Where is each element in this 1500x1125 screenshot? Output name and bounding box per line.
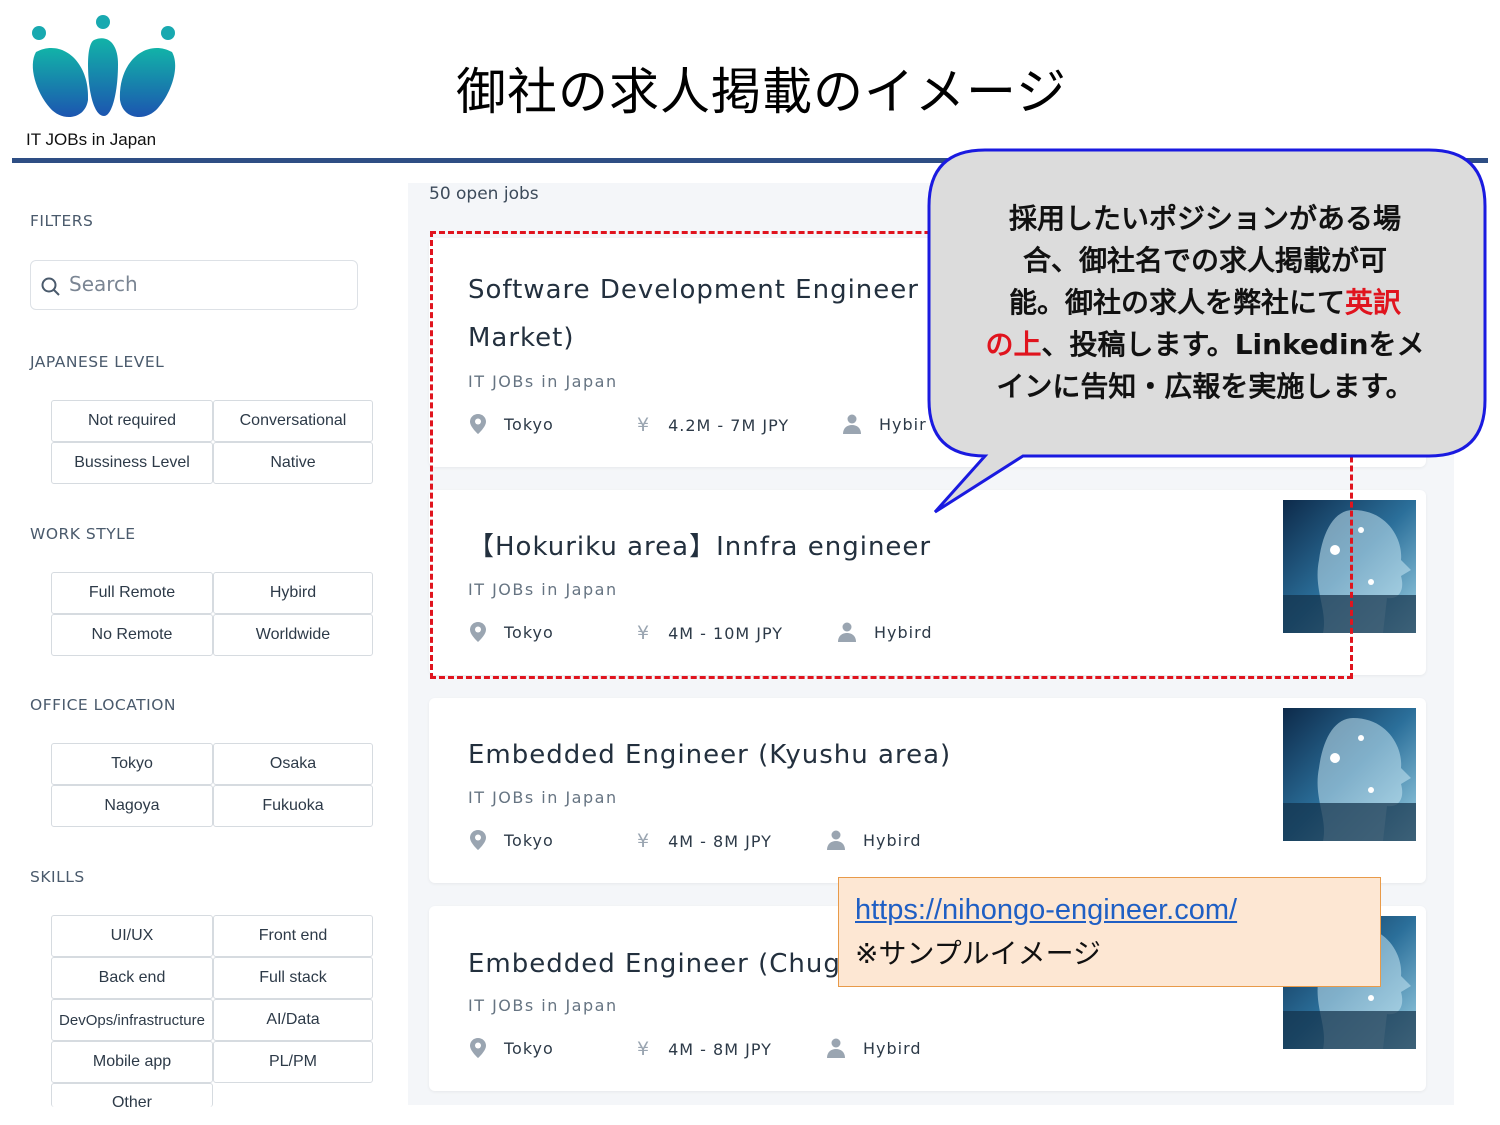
office-location-heading: OFFICE LOCATION xyxy=(30,696,176,714)
filter-chip-mobile-app[interactable]: Mobile app xyxy=(51,1041,213,1083)
filter-chip-full-stack[interactable]: Full stack xyxy=(213,957,373,999)
job-location: Tokyo xyxy=(470,414,554,434)
job-location: Tokyo xyxy=(470,830,554,850)
job-company: IT JOBs in Japan xyxy=(468,788,618,807)
yen-icon: ¥ xyxy=(637,830,651,852)
logo-caption: IT JOBs in Japan xyxy=(26,130,157,149)
filter-chip-business-level[interactable]: Bussiness Level xyxy=(51,442,213,484)
location-pin-icon xyxy=(470,622,486,642)
location-pin-icon xyxy=(470,830,486,850)
filter-chip-not-required[interactable]: Not required xyxy=(51,400,213,442)
filter-chip-tokyo[interactable]: Tokyo xyxy=(51,743,213,785)
job-work-style: Hybird xyxy=(838,622,933,642)
job-card[interactable]: Embedded Engineer (Kyushu area) IT JOBs … xyxy=(429,698,1426,883)
person-icon xyxy=(838,622,856,642)
job-salary: ¥ 4M - 8M JPY xyxy=(637,830,772,852)
job-title[interactable]: Embedded Engineer (Chug xyxy=(468,940,841,988)
job-work-style: Hybird xyxy=(827,1038,922,1058)
job-title[interactable]: Software Development Engineer Market) xyxy=(468,266,919,362)
location-pin-icon xyxy=(470,414,486,434)
callout-text: 採用したいポジションがある場 合、御社名での求人掲載が可 能。御社の求人を弊社に… xyxy=(985,202,1425,403)
work-style-heading: WORK STYLE xyxy=(30,525,136,543)
skills-options: UI/UX Front end Back end Full stack DevO… xyxy=(51,915,373,1107)
slide-title: 御社の求人掲載のイメージ xyxy=(456,63,1067,121)
work-style-options: Full Remote Hybird No Remote Worldwide xyxy=(51,572,373,656)
filter-chip-hybird[interactable]: Hybird xyxy=(213,572,373,614)
job-company: IT JOBs in Japan xyxy=(468,996,618,1015)
filter-chip-pl-pm[interactable]: PL/PM xyxy=(213,1041,373,1083)
location-pin-icon xyxy=(470,1038,486,1058)
job-work-style: Hybird xyxy=(827,830,922,850)
person-icon xyxy=(827,1038,845,1058)
job-thumbnail-image xyxy=(1283,708,1416,841)
job-company: IT JOBs in Japan xyxy=(468,580,618,599)
filter-chip-worldwide[interactable]: Worldwide xyxy=(213,614,373,656)
job-salary: ¥ 4M - 10M JPY xyxy=(637,622,784,644)
filter-chip-ai-data[interactable]: AI/Data xyxy=(213,999,373,1041)
job-salary: ¥ 4.2M - 7M JPY xyxy=(637,414,790,436)
filter-chip-osaka[interactable]: Osaka xyxy=(213,743,373,785)
filter-chip-ui-ux[interactable]: UI/UX xyxy=(51,915,213,957)
search-input[interactable]: Search xyxy=(30,260,358,310)
sample-note-text: ※サンプルイメージ xyxy=(855,937,1102,970)
job-location: Tokyo xyxy=(470,1038,554,1058)
japanese-level-heading: JAPANESE LEVEL xyxy=(30,353,165,371)
person-icon xyxy=(843,414,861,434)
job-title[interactable]: Embedded Engineer (Kyushu area) xyxy=(468,731,951,779)
job-location: Tokyo xyxy=(470,622,554,642)
search-icon xyxy=(41,277,60,296)
filters-heading: FILTERS xyxy=(30,212,94,230)
office-location-options: Tokyo Osaka Nagoya Fukuoka xyxy=(51,743,373,827)
filter-chip-other[interactable]: Other xyxy=(51,1083,213,1107)
skills-heading: SKILLS xyxy=(30,868,85,886)
filter-chip-nagoya[interactable]: Nagoya xyxy=(51,785,213,827)
search-placeholder: Search xyxy=(69,272,138,296)
filters-sidebar: FILTERS Search JAPANESE LEVEL Not requir… xyxy=(0,178,400,1108)
filter-chip-fukuoka[interactable]: Fukuoka xyxy=(213,785,373,827)
sample-note-box: https://nihongo-engineer.com/ ※サンプルイメージ xyxy=(838,877,1381,987)
filter-chip-no-remote[interactable]: No Remote xyxy=(51,614,213,656)
filter-chip-front-end[interactable]: Front end xyxy=(213,915,373,957)
person-icon xyxy=(827,830,845,850)
yen-icon: ¥ xyxy=(637,414,651,436)
yen-icon: ¥ xyxy=(637,622,651,644)
japanese-level-options: Not required Conversational Bussiness Le… xyxy=(51,400,373,484)
filter-chip-back-end[interactable]: Back end xyxy=(51,957,213,999)
filter-chip-full-remote[interactable]: Full Remote xyxy=(51,572,213,614)
yen-icon: ¥ xyxy=(637,1038,651,1060)
filter-chip-conversational[interactable]: Conversational xyxy=(213,400,373,442)
job-salary: ¥ 4M - 8M JPY xyxy=(637,1038,772,1060)
job-work-style: Hybir xyxy=(843,414,927,434)
job-company: IT JOBs in Japan xyxy=(468,372,618,391)
open-jobs-count: 50 open jobs xyxy=(429,184,539,204)
job-title[interactable]: 【Hokuriku area】Innfra engineer xyxy=(468,523,931,571)
filter-chip-native[interactable]: Native xyxy=(213,442,373,484)
site-link[interactable]: https://nihongo-engineer.com/ xyxy=(855,894,1237,927)
filter-chip-devops[interactable]: DevOps/infrastructure xyxy=(51,999,213,1041)
